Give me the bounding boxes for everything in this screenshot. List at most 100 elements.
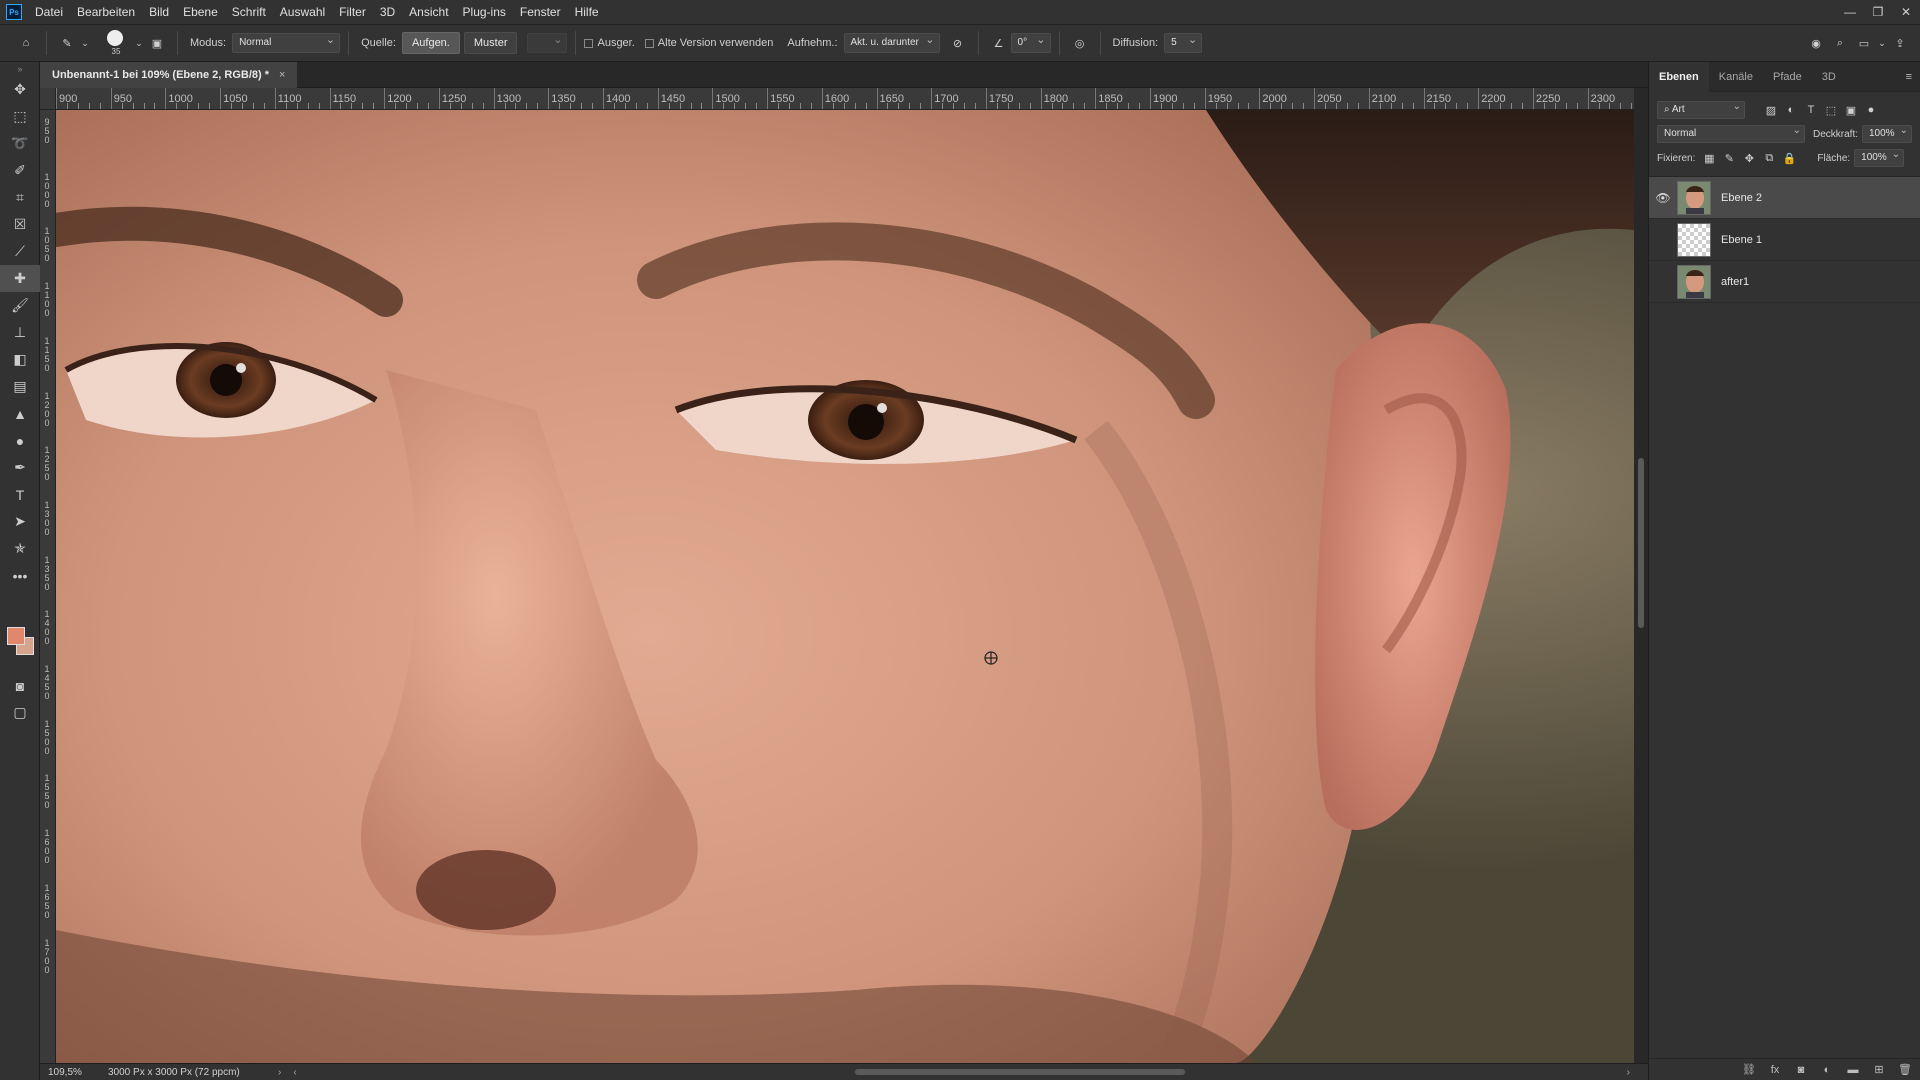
close-icon[interactable]: ✕ bbox=[1892, 0, 1920, 24]
legacy-checkbox[interactable]: Alte Version verwenden bbox=[644, 37, 773, 49]
filter-type-icon[interactable]: T bbox=[1801, 101, 1821, 119]
layer-row[interactable]: 👁 after1 bbox=[1649, 261, 1920, 303]
chevron-down-icon[interactable]: ⌄ bbox=[133, 31, 145, 55]
type-tool-icon[interactable]: T bbox=[0, 481, 40, 508]
menu-plugins[interactable]: Plug-ins bbox=[456, 0, 513, 24]
tab-ebenen[interactable]: Ebenen bbox=[1649, 61, 1709, 92]
menu-hilfe[interactable]: Hilfe bbox=[568, 0, 606, 24]
panel-menu-icon[interactable]: ≡ bbox=[1906, 71, 1912, 83]
gradient-tool-icon[interactable]: ▤ bbox=[0, 373, 40, 400]
dodge-tool-icon[interactable]: ● bbox=[0, 427, 40, 454]
zoom-level[interactable]: 109,5% bbox=[40, 1067, 100, 1078]
horizontal-ruler[interactable]: 900 950 1000 1050 1100 1150 1200 1250 1300 1350 14… bbox=[56, 88, 1634, 110]
new-group-icon[interactable]: ▬ bbox=[1843, 1061, 1863, 1079]
chevron-down-icon[interactable]: ⌄ bbox=[1876, 31, 1888, 55]
source-pattern-button[interactable]: Muster bbox=[463, 32, 518, 54]
aligned-checkbox[interactable]: Ausger. bbox=[584, 37, 635, 49]
scroll-right-icon[interactable]: › bbox=[1627, 1067, 1630, 1078]
quick-mask-icon[interactable]: ◙ bbox=[0, 672, 40, 699]
more-tools-icon[interactable]: ••• bbox=[0, 562, 40, 589]
menu-3d[interactable]: 3D bbox=[373, 0, 402, 24]
chevron-right-icon[interactable]: › bbox=[278, 1067, 281, 1078]
scroll-left-icon[interactable]: ‹ bbox=[293, 1067, 296, 1078]
layer-filter-select[interactable]: ⌕ Art bbox=[1657, 99, 1745, 119]
delete-layer-icon[interactable]: 🗑 bbox=[1895, 1061, 1915, 1079]
crop-tool-icon[interactable]: ⌗ bbox=[0, 184, 40, 211]
angle-input[interactable]: 0° bbox=[1010, 31, 1051, 53]
lock-image-icon[interactable]: ✎ bbox=[1719, 149, 1739, 167]
layer-row[interactable]: 👁 Ebene 2 bbox=[1649, 177, 1920, 219]
close-tab-icon[interactable]: × bbox=[279, 69, 285, 81]
marquee-tool-icon[interactable]: ⬚ bbox=[0, 103, 40, 130]
brush-preset-picker[interactable]: 35 bbox=[99, 26, 133, 60]
healing-brush-tool-icon[interactable]: ✎ bbox=[55, 31, 79, 55]
clone-stamp-tool-icon[interactable]: ⊥ bbox=[0, 319, 40, 346]
add-mask-icon[interactable]: ◙ bbox=[1791, 1061, 1811, 1079]
filter-pixel-icon[interactable]: ▨ bbox=[1761, 101, 1781, 119]
document-canvas[interactable] bbox=[56, 110, 1634, 1063]
quick-selection-tool-icon[interactable]: ✐ bbox=[0, 157, 40, 184]
menu-ansicht[interactable]: Ansicht bbox=[402, 0, 455, 24]
modus-select[interactable]: Normal bbox=[232, 31, 341, 53]
path-selection-tool-icon[interactable]: ➤ bbox=[0, 508, 40, 535]
tab-pfade[interactable]: Pfade bbox=[1763, 62, 1812, 92]
menu-filter[interactable]: Filter bbox=[332, 0, 373, 24]
filter-shape-icon[interactable]: ⬚ bbox=[1821, 101, 1841, 119]
eraser-tool-icon[interactable]: ◧ bbox=[0, 346, 40, 373]
lock-position-icon[interactable]: ✥ bbox=[1739, 149, 1759, 167]
filter-smart-object-icon[interactable]: ▣ bbox=[1841, 101, 1861, 119]
pressure-size-icon[interactable]: ◎ bbox=[1068, 31, 1092, 55]
menu-ebene[interactable]: Ebene bbox=[176, 0, 225, 24]
restore-icon[interactable]: ❐ bbox=[1864, 0, 1892, 24]
lasso-tool-icon[interactable]: ➰ bbox=[0, 130, 40, 157]
horizontal-scrollbar-thumb[interactable] bbox=[855, 1069, 1185, 1075]
visibility-eye-icon[interactable]: 👁 bbox=[1649, 261, 1677, 303]
document-tab[interactable]: Unbenannt-1 bei 109% (Ebene 2, RGB/8) * … bbox=[40, 62, 298, 88]
vertical-scrollbar[interactable] bbox=[1634, 88, 1648, 1063]
lock-all-icon[interactable]: 🔒 bbox=[1779, 149, 1799, 167]
menu-fenster[interactable]: Fenster bbox=[513, 0, 568, 24]
menu-schrift[interactable]: Schrift bbox=[225, 0, 273, 24]
scrollbar-thumb[interactable] bbox=[1638, 458, 1644, 628]
healing-brush-tool-icon[interactable]: ✚ bbox=[0, 265, 40, 292]
share-user-icon[interactable]: ◉ bbox=[1804, 31, 1828, 55]
tab-kanaele[interactable]: Kanäle bbox=[1709, 62, 1763, 92]
menu-bild[interactable]: Bild bbox=[142, 0, 176, 24]
source-sampled-button[interactable]: Aufgen. bbox=[401, 32, 460, 54]
foreground-color-swatch[interactable] bbox=[7, 627, 25, 645]
new-layer-icon[interactable]: ⊞ bbox=[1869, 1061, 1889, 1079]
home-icon[interactable]: ⌂ bbox=[14, 31, 38, 55]
collapse-icon[interactable]: » bbox=[0, 62, 40, 76]
ruler-origin[interactable] bbox=[40, 88, 56, 110]
lock-transparent-icon[interactable]: ▦ bbox=[1699, 149, 1719, 167]
link-layers-icon[interactable]: ⛓ bbox=[1739, 1061, 1759, 1079]
search-icon[interactable]: ⌕ bbox=[1828, 31, 1852, 55]
adjustment-layer-icon[interactable]: ◐ bbox=[1817, 1061, 1837, 1079]
menu-datei[interactable]: Datei bbox=[28, 0, 70, 24]
ignore-adjustment-icon[interactable]: ⊘ bbox=[946, 31, 970, 55]
tab-3d[interactable]: 3D bbox=[1812, 62, 1846, 92]
pen-tool-icon[interactable]: ✒ bbox=[0, 454, 40, 481]
filter-adjustment-icon[interactable]: ◐ bbox=[1781, 101, 1801, 119]
vertical-ruler[interactable]: 950 1000 1050 1100 1150 1200 1250 1300 1350 1400 1… bbox=[40, 110, 56, 1063]
fx-icon[interactable]: fx bbox=[1765, 1061, 1785, 1079]
blur-tool-icon[interactable]: ▲ bbox=[0, 400, 40, 427]
filter-toggle-icon[interactable]: ● bbox=[1861, 101, 1881, 119]
move-tool-icon[interactable]: ✥ bbox=[0, 76, 40, 103]
workspace-icon[interactable]: ▭ bbox=[1852, 31, 1876, 55]
brush-settings-icon[interactable]: ▣ bbox=[145, 31, 169, 55]
chevron-down-icon[interactable]: ⌄ bbox=[79, 31, 91, 55]
eyedropper-tool-icon[interactable]: ⟋ bbox=[0, 238, 40, 265]
frame-tool-icon[interactable]: ☒ bbox=[0, 211, 40, 238]
pattern-picker[interactable] bbox=[527, 31, 568, 53]
share-icon[interactable]: ⇪ bbox=[1888, 31, 1912, 55]
opacity-input[interactable]: 100% bbox=[1862, 123, 1912, 143]
screen-mode-icon[interactable]: ▢ bbox=[0, 699, 40, 726]
color-swatches[interactable] bbox=[7, 627, 37, 661]
blend-mode-select[interactable]: Normal bbox=[1657, 123, 1805, 143]
sample-select[interactable]: Akt. u. darunter bbox=[843, 31, 940, 53]
menu-auswahl[interactable]: Auswahl bbox=[273, 0, 332, 24]
visibility-eye-icon[interactable]: 👁 bbox=[1649, 177, 1677, 219]
fill-input[interactable]: 100% bbox=[1854, 147, 1905, 167]
menu-bearbeiten[interactable]: Bearbeiten bbox=[70, 0, 142, 24]
